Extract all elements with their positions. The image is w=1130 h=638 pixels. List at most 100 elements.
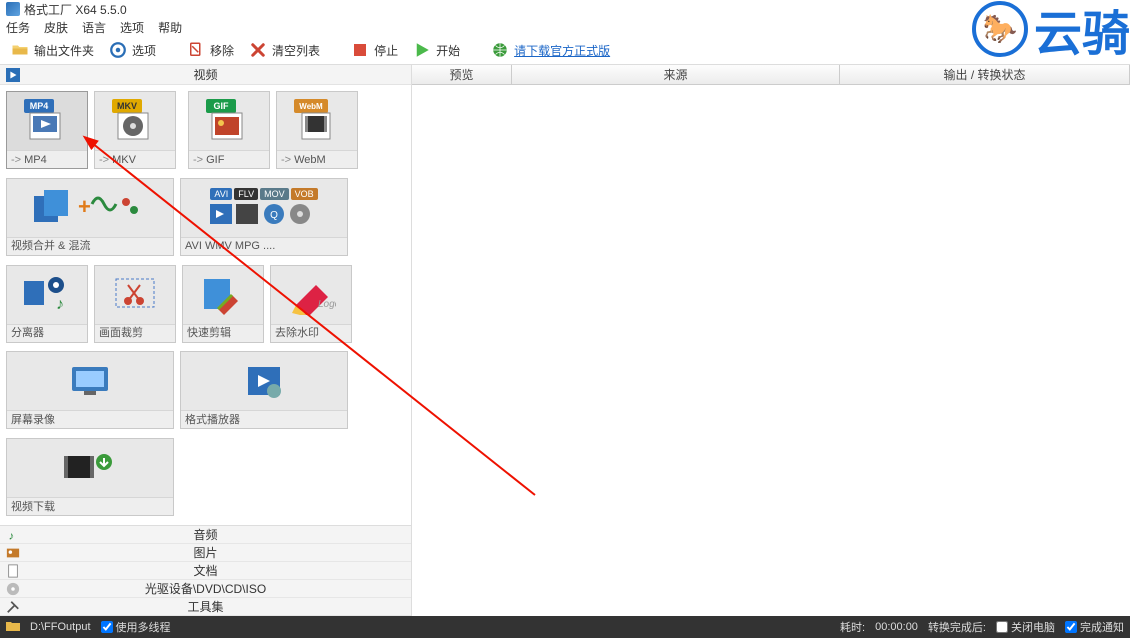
tile-splitter-art: ♪ — [7, 266, 87, 324]
app-title: 格式工厂 X64 5.5.0 — [24, 1, 127, 18]
svg-text:Logo: Logo — [318, 299, 336, 310]
shutdown-checkbox[interactable]: 关闭电脑 — [996, 619, 1055, 635]
svg-text:♪: ♪ — [9, 530, 15, 542]
notify-label: 完成通知 — [1080, 619, 1124, 635]
section-title-video[interactable]: 视频 — [0, 65, 411, 85]
col-output[interactable]: 输出 / 转换状态 — [840, 65, 1130, 84]
tile-delogo[interactable]: Logo 去除水印 — [270, 265, 352, 343]
cat-document-label: 文档 — [193, 564, 217, 578]
col-source[interactable]: 来源 — [512, 65, 840, 84]
tile-more-art: AVI FLV MOV VOB Q — [181, 179, 347, 237]
tile-merge-label: 视频合并 & 混流 — [11, 237, 90, 255]
tile-download[interactable]: 视频下载 — [6, 438, 174, 516]
shutdown-label: 关闭电脑 — [1011, 619, 1055, 635]
title-bar: 格式工厂 X64 5.5.0 — [0, 0, 1130, 18]
cat-audio-label: 音频 — [193, 528, 217, 542]
multithread-checkbox[interactable]: 使用多线程 — [101, 619, 171, 635]
badge-avi: AVI — [210, 188, 232, 200]
notify-checkbox[interactable]: 完成通知 — [1065, 619, 1124, 635]
tile-delogo-label: 去除水印 — [275, 324, 319, 342]
arrow-icon: -> — [281, 151, 291, 169]
tile-mkv-art: MKV — [95, 92, 175, 150]
tile-mkv[interactable]: MKV ->MKV — [94, 91, 176, 169]
clear-icon — [248, 40, 268, 60]
stop-label: 停止 — [374, 42, 398, 59]
tile-crop[interactable]: 画面裁剪 — [94, 265, 176, 343]
tile-quickedit-label: 快速剪辑 — [187, 324, 231, 342]
tile-download-art — [7, 439, 173, 497]
cat-image-label: 图片 — [193, 546, 217, 560]
cat-drive-label: 光驱设备\DVD\CD\ISO — [145, 582, 266, 596]
shutdown-input[interactable] — [996, 621, 1008, 633]
tile-delogo-art: Logo — [271, 266, 351, 324]
after-label: 转换完成后: — [928, 619, 986, 635]
folder-icon — [10, 40, 30, 60]
cat-document[interactable]: 文档 — [0, 562, 411, 580]
tile-gif[interactable]: GIF ->GIF — [188, 91, 270, 169]
clear-button[interactable]: 清空列表 — [244, 38, 324, 62]
col-preview[interactable]: 预览 — [412, 65, 512, 84]
download-link[interactable]: 请下载官方正式版 — [486, 38, 614, 62]
tile-record-art — [7, 352, 173, 410]
tile-webm-art: WebM — [277, 92, 357, 150]
output-folder-button[interactable]: 输出文件夹 — [6, 38, 98, 62]
tile-merge[interactable]: + 视频合并 & 混流 — [6, 178, 174, 256]
right-panel: 预览 来源 输出 / 转换状态 — [412, 65, 1130, 616]
download-label: 请下载官方正式版 — [514, 42, 610, 59]
menu-help[interactable]: 帮助 — [158, 19, 182, 36]
toolbar: 输出文件夹 选项 移除 清空列表 停止 开始 请下载官方正 — [0, 36, 1130, 64]
notify-input[interactable] — [1065, 621, 1077, 633]
tile-quickedit-art — [183, 266, 263, 324]
tile-splitter[interactable]: ♪ 分离器 — [6, 265, 88, 343]
grid-body — [412, 85, 1130, 616]
cat-audio[interactable]: ♪ 音频 — [0, 526, 411, 544]
category-list: ♪ 音频 图片 文档 光驱设备\DVD\CD\ISO 工具集 — [0, 525, 411, 616]
tile-webm[interactable]: WebM ->WebM — [276, 91, 358, 169]
arrow-icon: -> — [193, 151, 203, 169]
tile-player-art — [181, 352, 347, 410]
multithread-input[interactable] — [101, 621, 113, 633]
stop-button[interactable]: 停止 — [346, 38, 402, 62]
svg-text:+: + — [78, 194, 91, 219]
start-button[interactable]: 开始 — [408, 38, 464, 62]
options-button[interactable]: 选项 — [104, 38, 160, 62]
menu-bar: 任务 皮肤 语言 选项 帮助 — [0, 18, 1130, 36]
menu-options[interactable]: 选项 — [120, 19, 144, 36]
output-folder-label: 输出文件夹 — [34, 42, 94, 59]
document-icon — [6, 564, 20, 578]
tile-more-label: AVI WMV MPG .... — [185, 237, 275, 255]
globe-icon — [490, 40, 510, 60]
svg-text:Q: Q — [270, 210, 278, 221]
remove-icon — [186, 40, 206, 60]
svg-text:GIF: GIF — [214, 101, 230, 111]
video-category-icon — [6, 68, 20, 82]
remove-button[interactable]: 移除 — [182, 38, 238, 62]
menu-language[interactable]: 语言 — [82, 19, 106, 36]
tile-player[interactable]: 格式播放器 — [180, 351, 348, 429]
tile-mp4-label: MP4 — [24, 151, 47, 169]
tile-record[interactable]: 屏幕录像 — [6, 351, 174, 429]
tile-crop-art — [95, 266, 175, 324]
tile-player-label: 格式播放器 — [185, 411, 240, 429]
disc-icon — [6, 582, 20, 596]
menu-skin[interactable]: 皮肤 — [44, 19, 68, 36]
tile-webm-label: WebM — [294, 151, 326, 169]
gear-icon — [108, 40, 128, 60]
tile-more[interactable]: AVI FLV MOV VOB Q AVI WMV MPG .... — [180, 178, 348, 256]
cat-image[interactable]: 图片 — [0, 544, 411, 562]
image-icon — [6, 546, 20, 560]
badge-flv: FLV — [234, 188, 258, 200]
start-label: 开始 — [436, 42, 460, 59]
play-icon — [412, 40, 432, 60]
output-path[interactable]: D:\FFOutput — [30, 621, 91, 633]
menu-task[interactable]: 任务 — [6, 19, 30, 36]
cat-tools[interactable]: 工具集 — [0, 598, 411, 616]
clear-label: 清空列表 — [272, 42, 320, 59]
badge-vob: VOB — [291, 188, 318, 200]
tile-mkv-label: MKV — [112, 151, 136, 169]
tile-quickedit[interactable]: 快速剪辑 — [182, 265, 264, 343]
cat-tools-label: 工具集 — [187, 600, 223, 614]
tile-mp4[interactable]: MP4 ->MP4 — [6, 91, 88, 169]
cat-drive[interactable]: 光驱设备\DVD\CD\ISO — [0, 580, 411, 598]
tile-record-label: 屏幕录像 — [11, 411, 55, 429]
